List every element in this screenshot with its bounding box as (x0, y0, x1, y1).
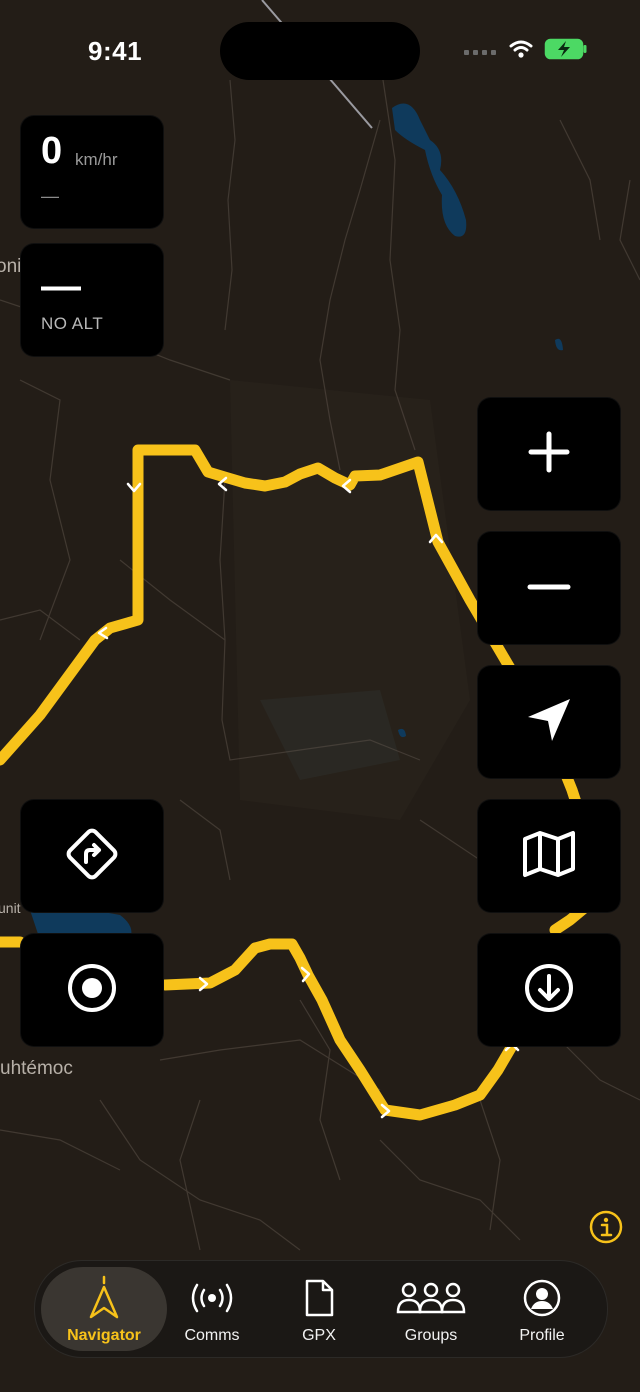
tab-comms[interactable]: Comms (159, 1261, 265, 1357)
tab-label: Profile (519, 1327, 565, 1344)
groups-icon (396, 1275, 466, 1321)
speed-value: 0 (41, 130, 63, 172)
tab-groups[interactable]: Groups (381, 1261, 481, 1357)
speed-panel: 0 km/hr — (20, 115, 164, 229)
navigator-arrow-icon (86, 1275, 122, 1321)
directions-button[interactable] (20, 799, 164, 913)
broadcast-icon (186, 1275, 238, 1321)
wifi-icon (508, 39, 534, 64)
file-icon (303, 1275, 335, 1321)
altitude-label: NO ALT (41, 314, 104, 333)
minus-icon (527, 579, 571, 597)
zoom-out-button[interactable] (477, 531, 621, 645)
map-place-label: oni (0, 256, 22, 277)
tab-navigator[interactable]: Navigator (41, 1261, 167, 1357)
tab-profile[interactable]: Profile (495, 1261, 589, 1357)
tab-bar: Navigator Comms GPX Groups Profile (34, 1260, 608, 1358)
record-track-button[interactable] (20, 933, 164, 1047)
zoom-in-button[interactable] (477, 397, 621, 511)
tab-label: Groups (404, 1327, 458, 1344)
tab-gpx[interactable]: GPX (271, 1261, 367, 1357)
tab-label: GPX (302, 1327, 336, 1344)
record-target-icon (66, 962, 118, 1019)
status-bar: 9:41 (0, 0, 640, 100)
speed-unit: km/hr (75, 150, 118, 169)
signal-dots-icon (464, 43, 498, 61)
download-circle-icon (523, 962, 575, 1019)
map-place-label: uhtémoc (0, 1058, 73, 1079)
location-arrow-icon (524, 695, 574, 750)
download-map-button[interactable] (477, 933, 621, 1047)
tab-label: Comms (184, 1327, 240, 1344)
map-info-button[interactable] (589, 1210, 623, 1249)
tab-label: Navigator (67, 1327, 141, 1344)
profile-icon (522, 1275, 562, 1321)
locate-me-button[interactable] (477, 665, 621, 779)
altitude-value: — (41, 264, 81, 308)
status-icons (464, 38, 588, 65)
directions-sign-icon (62, 824, 122, 889)
battery-charging-icon (544, 38, 588, 65)
map-icon (522, 829, 576, 884)
speed-subtitle: — (41, 186, 59, 206)
map-place-label: unit (0, 900, 21, 916)
info-circle-icon (589, 1210, 623, 1248)
plus-icon (527, 430, 571, 479)
map-layers-button[interactable] (477, 799, 621, 913)
status-time: 9:41 (88, 36, 143, 66)
dynamic-island (220, 22, 420, 80)
altitude-panel: — NO ALT (20, 243, 164, 357)
